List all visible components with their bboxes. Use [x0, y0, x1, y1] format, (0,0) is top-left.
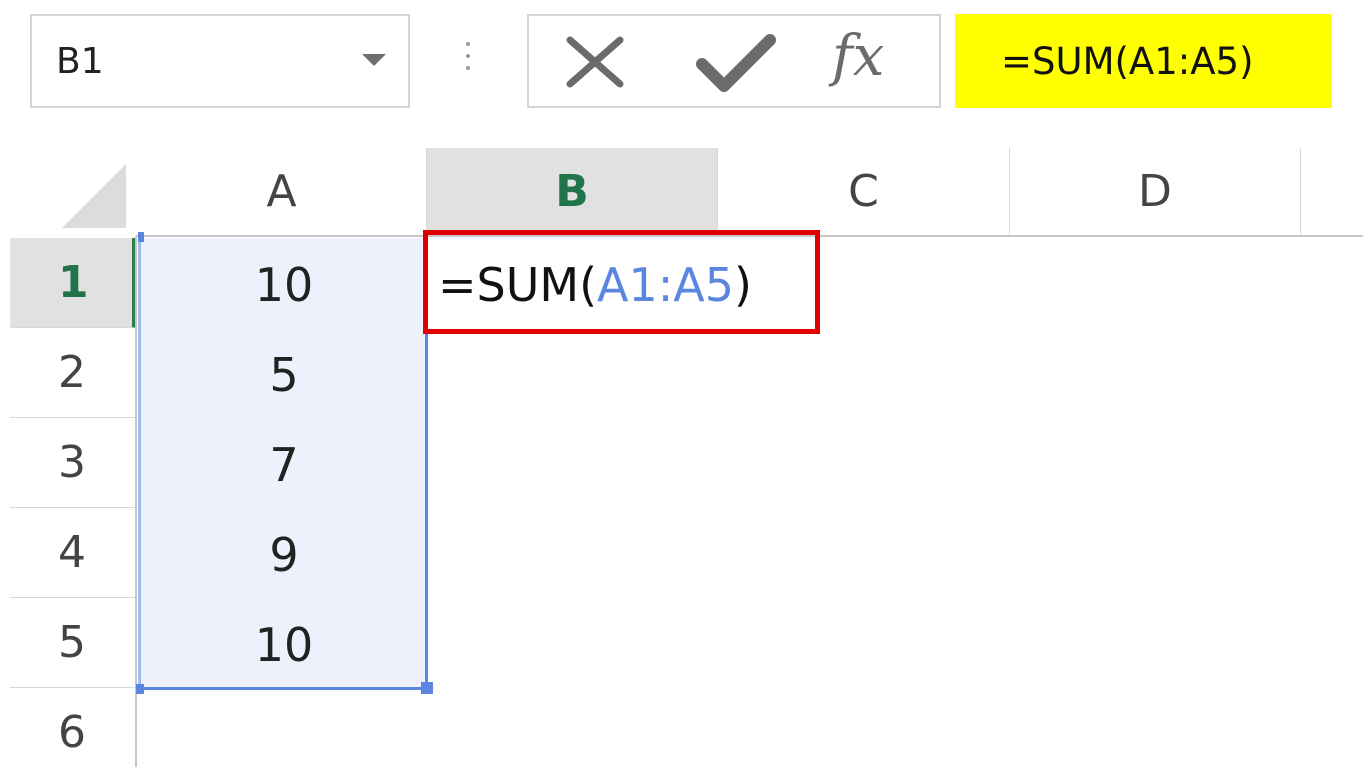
chevron-down-icon[interactable]	[362, 54, 386, 66]
row-header-5[interactable]: 5	[10, 598, 136, 688]
formula-text: =SUM(A1:A5)	[1001, 40, 1254, 83]
active-cell-highlight	[423, 230, 820, 334]
column-header-b[interactable]: B	[427, 148, 718, 236]
cell-a1[interactable]: 10	[140, 240, 428, 330]
cancel-x-icon[interactable]	[564, 36, 626, 88]
row-header-2[interactable]: 2	[10, 328, 136, 418]
row-header-3[interactable]: 3	[10, 418, 136, 508]
cell-a3[interactable]: 7	[140, 420, 428, 510]
select-all-triangle-icon	[62, 164, 126, 228]
formula-bar-grip-icon[interactable]	[464, 40, 472, 84]
cell-a5[interactable]: 10	[140, 600, 428, 690]
row-header-6[interactable]: 6	[10, 688, 136, 767]
select-all-button[interactable]	[10, 148, 136, 236]
cell-a2[interactable]: 5	[140, 330, 428, 420]
cell-a4[interactable]: 9	[140, 510, 428, 600]
name-box[interactable]: B1	[30, 14, 410, 108]
row-header-4[interactable]: 4	[10, 508, 136, 598]
insert-function-icon[interactable]: fx	[832, 22, 884, 92]
row-header-1[interactable]: 1	[10, 238, 136, 328]
column-header-d[interactable]: D	[1010, 148, 1301, 236]
column-header-c[interactable]: C	[718, 148, 1010, 236]
column-header-a[interactable]: A	[137, 148, 427, 236]
spreadsheet-window: B1 fx =SUM(A1:A5) A B C D 1 2 3 4 5 6 10	[0, 0, 1363, 767]
formula-input[interactable]: =SUM(A1:A5)	[955, 14, 1332, 108]
enter-check-icon[interactable]	[696, 34, 776, 94]
name-box-value: B1	[56, 41, 104, 82]
